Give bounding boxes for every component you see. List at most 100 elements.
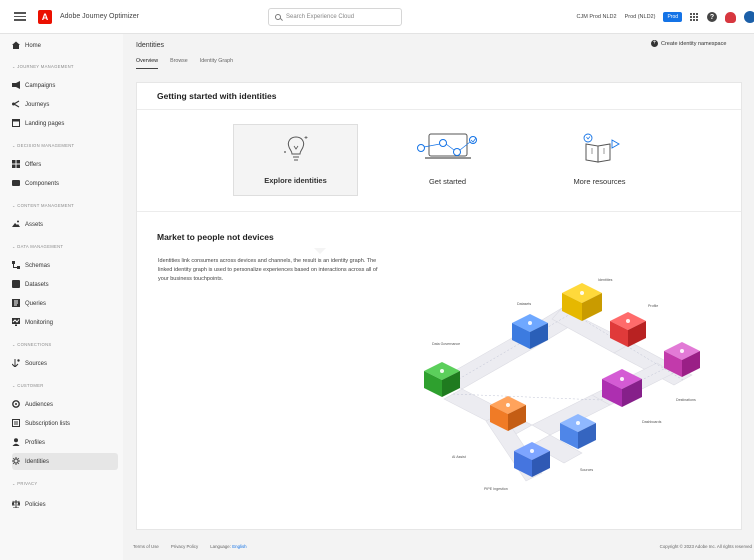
assets-icon (12, 220, 20, 227)
sidebar-item-audiences[interactable]: Audiences (12, 396, 118, 413)
sidebar-item-assets[interactable]: Assets (12, 216, 118, 233)
terms-link[interactable]: Terms of Use (133, 544, 159, 549)
more-resources-option[interactable]: More resources (537, 124, 662, 196)
sidebar-item-label: Monitoring (25, 319, 54, 326)
sidebar-item-policies[interactable]: Policies (12, 496, 118, 513)
tab-identity-graph[interactable]: Identity Graph (200, 58, 233, 69)
add-icon: + (651, 40, 658, 47)
identities-icon (12, 457, 20, 465)
sidebar-item-offers[interactable]: Offers (12, 156, 118, 173)
schema-icon (12, 261, 20, 269)
app-name[interactable]: Adobe Journey Optimizer (60, 13, 139, 20)
sidebar: Home JOURNEY MANAGEMENT Campaigns Journe… (0, 34, 123, 560)
sidebar-item-label: Subscription lists (25, 420, 71, 427)
top-bar: A Adobe Journey Optimizer Search Experie… (0, 0, 754, 34)
graph-label-data-governance: Data Governance (432, 342, 460, 346)
section-content-management[interactable]: CONTENT MANAGEMENT (12, 203, 74, 208)
page-title: Identities (136, 42, 165, 49)
language-value: English (232, 544, 247, 549)
language-label: Language: (210, 544, 231, 549)
queries-icon (12, 299, 20, 307)
org-switcher[interactable]: CJM Prod NLD2 (577, 14, 617, 20)
identity-graph-illustration: Identities Datasets Profile Data Governa… (424, 278, 700, 491)
sidebar-item-profiles[interactable]: Profiles (12, 434, 118, 451)
get-started-option[interactable]: Get started (385, 124, 510, 196)
green-cube (424, 362, 460, 397)
graph-label-identities: Identities (598, 278, 613, 282)
sidebar-item-datasets[interactable]: Datasets (12, 276, 118, 293)
sidebar-item-label: Sources (25, 360, 48, 367)
adobe-logo[interactable]: A (38, 9, 52, 24)
identity-graph-icon (416, 133, 477, 159)
section-journey-management[interactable]: JOURNEY MANAGEMENT (12, 64, 74, 69)
sidebar-item-label: Assets (25, 221, 44, 228)
sidebar-item-label: Home (25, 42, 42, 49)
sidebar-item-landing-pages[interactable]: Landing pages (12, 115, 118, 132)
sidebar-item-label: Policies (25, 501, 46, 508)
search-placeholder: Search Experience Cloud (286, 14, 355, 20)
language-selector[interactable]: Language: English (210, 544, 246, 549)
resources-book-icon (583, 133, 620, 163)
graph-label-destinations: Destinations (676, 398, 696, 402)
top-right-controls: CJM Prod NLD2 Prod (NLD2) Prod ? (577, 0, 754, 34)
market-title: Market to people not devices (157, 232, 274, 242)
menu-icon[interactable] (14, 12, 26, 21)
sidebar-item-label: Audiences (25, 401, 54, 408)
option-label: Get started (428, 177, 467, 186)
audiences-icon (12, 400, 20, 408)
help-icon[interactable]: ? (707, 12, 717, 22)
section-connections[interactable]: CONNECTIONS (12, 342, 52, 347)
sidebar-item-monitoring[interactable]: Monitoring (12, 314, 118, 331)
tab-bar: Overview Browse Identity Graph (136, 58, 233, 69)
sidebar-item-queries[interactable]: Queries (12, 295, 118, 312)
sources-icon (12, 359, 20, 367)
getting-started-title: Getting started with identities (157, 91, 277, 101)
graph-label-datasets: Datasets (517, 302, 531, 306)
section-decision-management[interactable]: DECISION MANAGEMENT (12, 143, 74, 148)
option-label: More resources (573, 177, 626, 186)
tab-browse[interactable]: Browse (170, 58, 188, 69)
dataset-icon (12, 280, 20, 288)
graph-label-profile: Profile (648, 304, 658, 308)
sidebar-item-journeys[interactable]: Journeys (12, 96, 118, 113)
section-data-management[interactable]: DATA MANAGEMENT (12, 244, 63, 249)
graph-label-dashboards: Dashboards (642, 420, 662, 424)
copyright: Copyright © 2023 Adobe Inc. All rights r… (659, 544, 752, 549)
apps-grid-icon[interactable] (690, 12, 699, 22)
selected-caret (314, 248, 326, 254)
graph-label-sources: Sources (580, 468, 593, 472)
create-identity-namespace-button[interactable]: + Create identity namespace (643, 37, 751, 50)
search-input[interactable]: Search Experience Cloud (268, 8, 402, 26)
sidebar-item-label: Offers (25, 161, 42, 168)
sidebar-item-subscription-lists[interactable]: Subscription lists (12, 415, 118, 432)
footer-links: Terms of Use Privacy Policy Language: En… (133, 544, 247, 549)
lightbulb-icon (283, 136, 307, 161)
sandbox-switcher[interactable]: Prod (NLD2) (625, 14, 656, 20)
explore-identities-option[interactable]: Explore identities (233, 124, 358, 196)
notifications-icon[interactable] (725, 11, 736, 23)
sidebar-item-sources[interactable]: Sources (12, 355, 118, 372)
search-icon (275, 14, 281, 20)
graph-label-ai-assist: AI Assist (452, 455, 466, 459)
sidebar-item-components[interactable]: Components (12, 175, 118, 192)
components-icon (12, 180, 20, 186)
section-privacy[interactable]: PRIVACY (12, 481, 37, 486)
sidebar-item-label: Queries (25, 300, 47, 307)
sidebar-item-identities[interactable]: Identities (12, 453, 118, 470)
sidebar-item-home[interactable]: Home (12, 37, 118, 54)
create-button-label: Create identity namespace (661, 40, 727, 47)
monitoring-icon (12, 318, 20, 326)
tab-overview[interactable]: Overview (136, 58, 159, 69)
sidebar-item-label: Identities (25, 458, 50, 465)
sidebar-item-label: Datasets (25, 281, 49, 288)
option-label: Explore identities (264, 176, 327, 185)
sidebar-item-schemas[interactable]: Schemas (12, 257, 118, 274)
sidebar-item-campaigns[interactable]: Campaigns (12, 77, 118, 94)
section-customer[interactable]: CUSTOMER (12, 383, 44, 388)
campaign-icon (12, 81, 20, 89)
divider (137, 211, 741, 212)
avatar[interactable] (744, 11, 754, 23)
offers-icon (12, 160, 20, 168)
privacy-link[interactable]: Privacy Policy (171, 544, 198, 549)
market-description: Identities link consumers across devices… (158, 258, 378, 282)
